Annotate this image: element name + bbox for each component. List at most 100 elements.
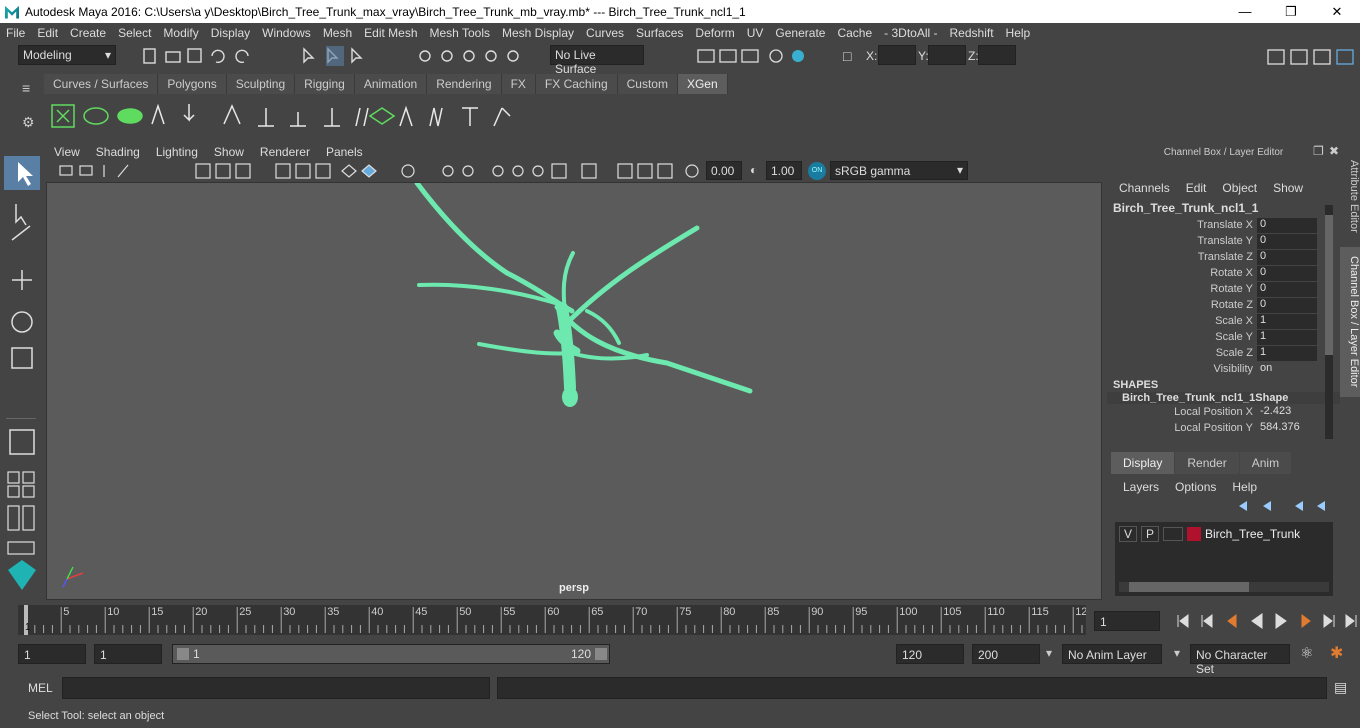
colorspace-dropdown[interactable]: sRGB gamma ▾ (830, 161, 968, 180)
close-icon[interactable]: ✕ (1314, 0, 1360, 23)
layer-tab-render[interactable]: Render (1175, 452, 1239, 474)
attr-value[interactable]: on (1257, 361, 1317, 377)
anim-start-field[interactable]: 1 (18, 644, 86, 664)
layer-tab-display[interactable]: Display (1111, 452, 1175, 474)
range-start-handle[interactable] (177, 648, 189, 660)
shelf-tab-polygons[interactable]: Polygons (158, 74, 227, 94)
layer-playback-toggle[interactable]: P (1141, 526, 1159, 542)
gamma-field[interactable]: 1.00 (766, 161, 802, 180)
shelf-tab-sculpting[interactable]: Sculpting (226, 74, 296, 94)
attr-value[interactable]: 584.376 (1257, 420, 1317, 436)
tab-channel-box[interactable]: Channel Box / Layer Editor (1340, 247, 1360, 397)
layer-menu-options[interactable]: Options (1175, 480, 1216, 494)
live-surface-field[interactable]: No Live Surface (550, 45, 644, 76)
attr-row[interactable]: Rotate Y 0 (1107, 281, 1340, 297)
attr-value[interactable]: 0 (1257, 297, 1317, 313)
birch-tree-trunk-mesh[interactable] (47, 183, 1102, 600)
layer-row[interactable]: V P Birch_Tree_Trunk (1115, 524, 1333, 544)
menu-modify[interactable]: Modify (157, 26, 204, 40)
attr-value[interactable]: 0 (1257, 281, 1317, 297)
exposure-field[interactable]: 0.00 (706, 161, 742, 180)
x-field[interactable] (878, 45, 916, 65)
cb-menu-object[interactable]: Object (1222, 181, 1257, 195)
attr-row[interactable]: Translate Z 0 (1107, 249, 1340, 265)
vp-menu-renderer[interactable]: Renderer (252, 145, 318, 159)
menu-windows[interactable]: Windows (256, 26, 317, 40)
playback-start-field[interactable]: 1 (94, 644, 162, 664)
attr-row[interactable]: Scale Z 1 (1107, 345, 1340, 361)
menu-generate[interactable]: Generate (769, 26, 831, 40)
attr-value[interactable]: -2.423 (1257, 404, 1317, 420)
script-editor-icon[interactable]: ▤ (1334, 679, 1347, 696)
attr-row[interactable]: Scale Y 1 (1107, 329, 1340, 345)
layer-visible-toggle[interactable]: V (1119, 526, 1137, 542)
shelf-tab-fx[interactable]: FX (501, 74, 536, 94)
menu-select[interactable]: Select (112, 26, 157, 40)
shelf-tab-curves-surfaces[interactable]: Curves / Surfaces (44, 74, 159, 94)
time-ruler[interactable]: 5 10 15 20 25 30 35 40 45 50 55 60 65 70 75 80 85 90 95 100… (18, 605, 1087, 635)
attr-row[interactable]: Rotate Z 0 (1107, 297, 1340, 313)
range-slider[interactable]: 1 120 (172, 644, 610, 664)
attr-row[interactable]: Rotate X 0 (1107, 265, 1340, 281)
menu-redshift[interactable]: Redshift (944, 26, 1000, 40)
current-frame-field[interactable]: 1 (1094, 611, 1160, 631)
playback-end-field[interactable]: 120 (896, 644, 964, 664)
cb-menu-show[interactable]: Show (1273, 181, 1303, 195)
shelf-tab-animation[interactable]: Animation (354, 74, 428, 94)
tab-attribute-editor[interactable]: Attribute Editor (1340, 151, 1360, 241)
attr-value[interactable]: 0 (1257, 265, 1317, 281)
menu-display[interactable]: Display (205, 26, 256, 40)
menu-surfaces[interactable]: Surfaces (630, 26, 689, 40)
menu-uv[interactable]: UV (741, 26, 770, 40)
layer-name[interactable]: Birch_Tree_Trunk (1205, 527, 1300, 541)
attr-value[interactable]: 1 (1257, 329, 1317, 345)
anim-prefs-icon[interactable]: ✱ (1330, 643, 1343, 663)
attr-value[interactable]: 1 (1257, 345, 1317, 361)
chevron-down-icon[interactable]: ▾ (1174, 646, 1180, 660)
menu-mesh-display[interactable]: Mesh Display (496, 26, 580, 40)
time-slider[interactable]: 5 10 15 20 25 30 35 40 45 50 55 60 65 70 75 80 85 90 95 100… (18, 605, 1087, 635)
mel-input[interactable] (62, 677, 490, 699)
attr-value[interactable]: 0 (1257, 217, 1317, 233)
object-name[interactable]: Birch_Tree_Trunk_ncl1_1 (1107, 201, 1340, 215)
auto-key-icon[interactable]: ⚛ (1300, 644, 1313, 662)
mel-label[interactable]: MEL (28, 681, 53, 695)
minimize-icon[interactable]: — (1222, 0, 1268, 23)
attr-value[interactable]: 0 (1257, 249, 1317, 265)
maximize-icon[interactable]: ❐ (1268, 0, 1314, 23)
shelf-tab-fx-caching[interactable]: FX Caching (535, 74, 618, 94)
menu-curves[interactable]: Curves (580, 26, 630, 40)
layer-display-type[interactable] (1163, 527, 1183, 541)
menu-mesh-tools[interactable]: Mesh Tools (424, 26, 496, 40)
float-panel-icon[interactable]: ❐ (1313, 144, 1324, 158)
input-box-icon[interactable]: □ (843, 48, 851, 64)
viewport-persp[interactable]: persp (46, 182, 1102, 600)
menu-deform[interactable]: Deform (689, 26, 740, 40)
shelf-tab-rendering[interactable]: Rendering (427, 74, 502, 94)
menu-cache[interactable]: Cache (831, 26, 878, 40)
attr-value[interactable]: 1 (1257, 313, 1317, 329)
attr-row[interactable]: Local Position X -2.423 (1107, 404, 1340, 420)
layer-menu-layers[interactable]: Layers (1123, 480, 1159, 494)
y-field[interactable] (928, 45, 966, 65)
attr-row[interactable]: Translate Y 0 (1107, 233, 1340, 249)
menu-edit-mesh[interactable]: Edit Mesh (358, 26, 423, 40)
layer-color-swatch[interactable] (1187, 527, 1201, 541)
anim-end-field[interactable]: 200 (972, 644, 1040, 664)
layer-hscrollbar[interactable] (1119, 582, 1329, 592)
close-panel-icon[interactable]: ✖ (1329, 144, 1339, 158)
range-end-handle[interactable] (595, 648, 607, 660)
chevron-down-icon[interactable]: ▾ (1046, 646, 1052, 660)
menu-mesh[interactable]: Mesh (317, 26, 358, 40)
vp-menu-lighting[interactable]: Lighting (148, 145, 206, 159)
menu-edit[interactable]: Edit (31, 26, 64, 40)
attr-row[interactable]: Visibility on (1107, 361, 1340, 377)
character-set-dropdown[interactable]: No Character Set (1190, 644, 1290, 676)
attr-row[interactable]: Translate X 0 (1107, 217, 1340, 233)
cb-menu-edit[interactable]: Edit (1186, 181, 1207, 195)
shelf-menu-icon[interactable]: ≡ (22, 80, 30, 96)
vp-menu-view[interactable]: View (46, 145, 88, 159)
attr-row[interactable]: Scale X 1 (1107, 313, 1340, 329)
layer-menu-help[interactable]: Help (1232, 480, 1257, 494)
attr-row[interactable]: Local Position Y 584.376 (1107, 420, 1340, 436)
